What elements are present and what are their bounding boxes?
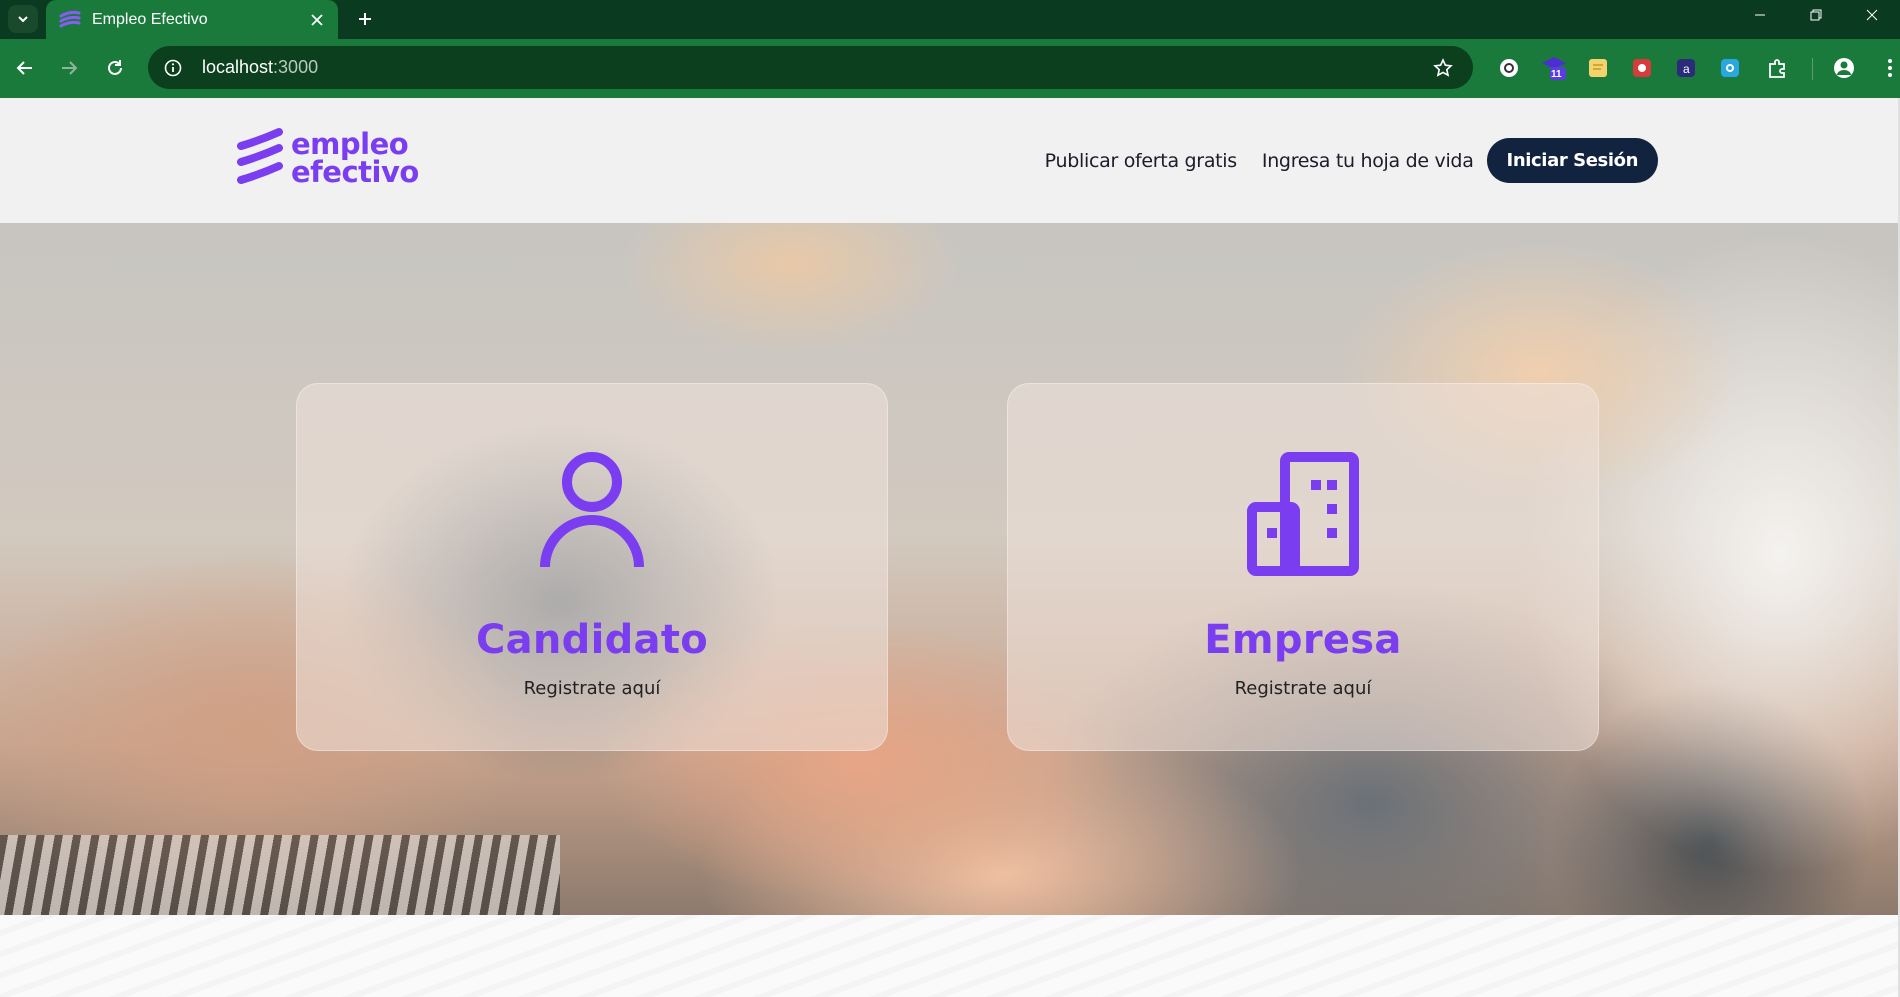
close-window-button[interactable] [1844,0,1900,30]
new-tab-button[interactable] [350,4,380,34]
building-icon [1247,452,1359,576]
hero-photo-detail [0,835,560,915]
tab-search-button[interactable] [8,5,38,33]
site-info-icon[interactable] [162,57,184,79]
logo-line-1: empleo [291,127,409,161]
restore-icon [1810,9,1822,21]
plus-icon [359,13,371,25]
forward-button[interactable] [52,51,86,85]
browser-tab-active[interactable]: Empleo Efectivo [46,0,338,39]
company-card-title: Empresa [1204,617,1402,663]
browser-toolbar: localhost:3000 11 a [0,39,1900,98]
tab-close-icon[interactable] [306,9,328,31]
candidate-card[interactable]: Candidato Registrate aquí [296,383,888,751]
browser-tabstrip: Empleo Efectivo [0,0,1900,39]
extension-a-icon[interactable]: a [1672,54,1700,82]
candidate-card-title: Candidato [475,617,709,663]
nav-upload-cv-link[interactable]: Ingresa tu hoja de vida [1262,150,1474,172]
extension-red-icon[interactable] [1628,54,1656,82]
extension-badge: 11 [1551,69,1562,80]
tab-title: Empleo Efectivo [92,10,208,28]
arrow-right-icon [62,61,78,75]
nav-publish-job-link[interactable]: Publicar oferta gratis [1045,150,1238,172]
address-bar[interactable]: localhost:3000 [148,46,1473,89]
chevron-down-icon [18,16,28,23]
browser-menu-icon[interactable] [1876,54,1900,82]
pattern-section [0,915,1900,997]
minimize-button[interactable] [1732,0,1788,30]
login-button[interactable]: Iniciar Sesión [1486,138,1658,183]
minimize-icon [1755,14,1765,16]
reload-icon [108,60,122,75]
close-icon [1866,9,1878,21]
profile-icon[interactable] [1830,54,1858,82]
extension-circle-icon[interactable] [1495,54,1523,82]
extension-graduation-icon[interactable]: 11 [1540,54,1568,82]
person-icon [540,452,644,568]
extension-camera-icon[interactable] [1716,54,1744,82]
extension-notes-icon[interactable] [1584,54,1612,82]
company-card[interactable]: Empresa Registrate aquí [1007,383,1599,751]
main-nav: Publicar oferta gratis Ingresa tu hoja d… [1045,138,1658,183]
hero-section: Candidato Registrate aquí Empresa Regist… [0,223,1900,915]
logo-line-2: efectivo [291,155,419,189]
page-viewport: empleo efectivo Publicar oferta gratis I… [0,98,1900,997]
back-button[interactable] [8,51,42,85]
extensions-puzzle-icon[interactable] [1764,54,1792,82]
svg-text:a: a [1683,62,1690,76]
restore-button[interactable] [1788,0,1844,30]
site-header: empleo efectivo Publicar oferta gratis I… [0,98,1900,223]
url-text: localhost:3000 [202,57,319,77]
toolbar-divider [1812,58,1813,80]
arrow-left-icon [16,61,32,75]
logo-mark-icon [237,128,283,184]
reload-button[interactable] [98,51,132,85]
site-logo[interactable]: empleo efectivo [237,125,419,191]
site-favicon-icon [59,10,81,27]
company-card-subtitle: Registrate aquí [1234,678,1372,699]
candidate-card-subtitle: Registrate aquí [523,678,661,699]
bookmark-star-icon[interactable] [1431,56,1455,80]
